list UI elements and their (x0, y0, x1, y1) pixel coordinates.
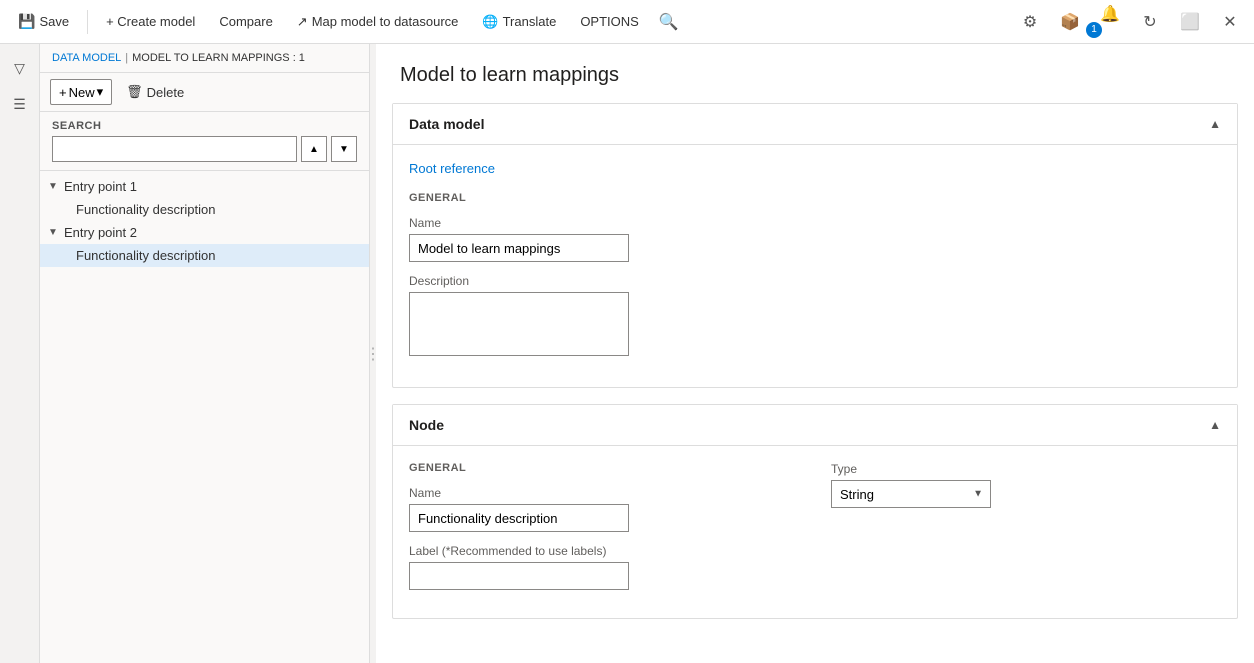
options-button[interactable]: OPTIONS (570, 8, 649, 35)
tree-child-func-desc-2[interactable]: Functionality description (40, 244, 369, 267)
name-input-node[interactable] (409, 504, 629, 532)
left-panel: DATA MODEL | MODEL TO LEARN MAPPINGS : 1… (40, 44, 370, 663)
breadcrumb-separator: | (125, 52, 128, 64)
node-col-left: GENERAL Name Label (*Recommended to use … (409, 462, 799, 602)
name-label-node: Name (409, 486, 799, 500)
close-button[interactable]: ✕ (1214, 6, 1246, 38)
node-section-header[interactable]: Node ▲ (393, 405, 1237, 446)
settings-icon: ⚙ (1023, 12, 1037, 32)
name-input-data-model[interactable] (409, 234, 629, 262)
description-field-group: Description (409, 274, 1221, 359)
general-label-node: GENERAL (409, 462, 799, 474)
type-field-group-node: Type String Integer Boolean Date Real En… (831, 462, 1221, 508)
main-toolbar: 💾 Save + Create model Compare ↗ Map mode… (0, 0, 1254, 44)
description-label: Description (409, 274, 1221, 288)
tree-item-entry-point-2[interactable]: ▼ Entry point 2 (40, 221, 369, 244)
general-label-data-model: GENERAL (409, 192, 1221, 204)
tree: ▼ Entry point 1 Functionality descriptio… (40, 171, 369, 663)
toolbar-divider-1 (87, 10, 88, 34)
breadcrumb: DATA MODEL | MODEL TO LEARN MAPPINGS : 1 (40, 44, 369, 73)
search-label: SEARCH (52, 120, 357, 132)
toolbar-right: ⚙ 📦 🔔 1 ↻ ⬜ ✕ (1014, 0, 1246, 46)
type-select-wrapper: String Integer Boolean Date Real Enumera… (831, 480, 991, 508)
data-model-section-title: Data model (409, 116, 484, 132)
main-layout: ▽ ☰ DATA MODEL | MODEL TO LEARN MAPPINGS… (0, 44, 1254, 663)
data-model-collapse-icon: ▲ (1209, 117, 1221, 131)
search-input[interactable] (52, 136, 297, 162)
tree-item-entry-point-1[interactable]: ▼ Entry point 1 (40, 175, 369, 198)
breadcrumb-data-model[interactable]: DATA MODEL (52, 52, 121, 64)
share-icon: ⬜ (1180, 12, 1200, 32)
expand-icon-2: ▼ (48, 227, 60, 238)
name-field-group-data-model: Name (409, 216, 1221, 262)
search-section: SEARCH ▲ ▼ (40, 112, 369, 171)
notification-badge: 1 (1086, 22, 1102, 38)
refresh-button[interactable]: ↻ (1134, 6, 1166, 38)
node-col-right: Type String Integer Boolean Date Real En… (831, 462, 1221, 602)
map-model-button[interactable]: ↗ Map model to datasource (287, 8, 469, 36)
node-grid: GENERAL Name Label (*Recommended to use … (409, 462, 1221, 602)
node-section: Node ▲ GENERAL Name Label (*Recommended … (392, 404, 1238, 619)
node-collapse-icon: ▲ (1209, 418, 1221, 432)
menu-icon: ☰ (13, 96, 26, 113)
close-icon: ✕ (1223, 12, 1236, 32)
type-select[interactable]: String Integer Boolean Date Real Enumera… (831, 480, 991, 508)
filter-icon: ▽ (14, 60, 25, 77)
node-section-title: Node (409, 417, 444, 433)
compare-button[interactable]: Compare (209, 8, 282, 35)
data-model-section-body: Root reference GENERAL Name Description (393, 145, 1237, 387)
settings-button[interactable]: ⚙ (1014, 6, 1046, 38)
menu-icon-button[interactable]: ☰ (4, 88, 36, 120)
expand-icon-1: ▼ (48, 181, 60, 192)
icon-strip: ▽ ☰ (0, 44, 40, 663)
data-model-section-header[interactable]: Data model ▲ (393, 104, 1237, 145)
search-icon: 🔍 (659, 12, 679, 32)
label-input-node[interactable] (409, 562, 629, 590)
name-label-data-model: Name (409, 216, 1221, 230)
tree-child-func-desc-1[interactable]: Functionality description (40, 198, 369, 221)
name-field-group-node: Name (409, 486, 799, 532)
search-toolbar-button[interactable]: 🔍 (653, 6, 685, 38)
resize-handle[interactable] (370, 44, 376, 663)
save-icon: 💾 (18, 13, 35, 30)
map-icon: ↗ (297, 14, 308, 30)
trash-icon: 🗑 (126, 84, 143, 100)
create-model-button[interactable]: + Create model (96, 8, 205, 35)
label-field-group-node: Label (*Recommended to use labels) (409, 544, 799, 590)
share-button[interactable]: ⬜ (1174, 6, 1206, 38)
delete-button[interactable]: 🗑 Delete (118, 80, 192, 104)
notification-wrapper: 🔔 1 (1094, 0, 1126, 46)
search-row: ▲ ▼ (52, 136, 357, 162)
page-title: Model to learn mappings (376, 44, 1254, 103)
translate-button[interactable]: 🌐 Translate (472, 8, 566, 36)
label-label-node: Label (*Recommended to use labels) (409, 544, 799, 558)
new-button[interactable]: + New ▾ (50, 79, 112, 105)
office-button[interactable]: 📦 (1054, 6, 1086, 38)
description-textarea[interactable] (409, 292, 629, 356)
save-button[interactable]: 💾 Save (8, 7, 79, 36)
right-panel: Model to learn mappings Data model ▲ Roo… (376, 44, 1254, 663)
translate-icon: 🌐 (482, 14, 498, 30)
type-label-node: Type (831, 462, 1221, 476)
chevron-down-icon: ▾ (97, 84, 104, 100)
nav-down-button[interactable]: ▼ (331, 136, 357, 162)
node-section-body: GENERAL Name Label (*Recommended to use … (393, 446, 1237, 618)
data-model-section: Data model ▲ Root reference GENERAL Name… (392, 103, 1238, 388)
refresh-icon: ↻ (1143, 12, 1156, 32)
filter-icon-button[interactable]: ▽ (4, 52, 36, 84)
plus-icon: + (59, 85, 67, 100)
root-reference-link[interactable]: Root reference (409, 161, 495, 176)
breadcrumb-current: MODEL TO LEARN MAPPINGS : 1 (132, 52, 305, 64)
office-icon: 📦 (1060, 12, 1080, 32)
left-toolbar: + New ▾ 🗑 Delete (40, 73, 369, 112)
nav-up-button[interactable]: ▲ (301, 136, 327, 162)
bell-icon: 🔔 (1100, 4, 1120, 24)
